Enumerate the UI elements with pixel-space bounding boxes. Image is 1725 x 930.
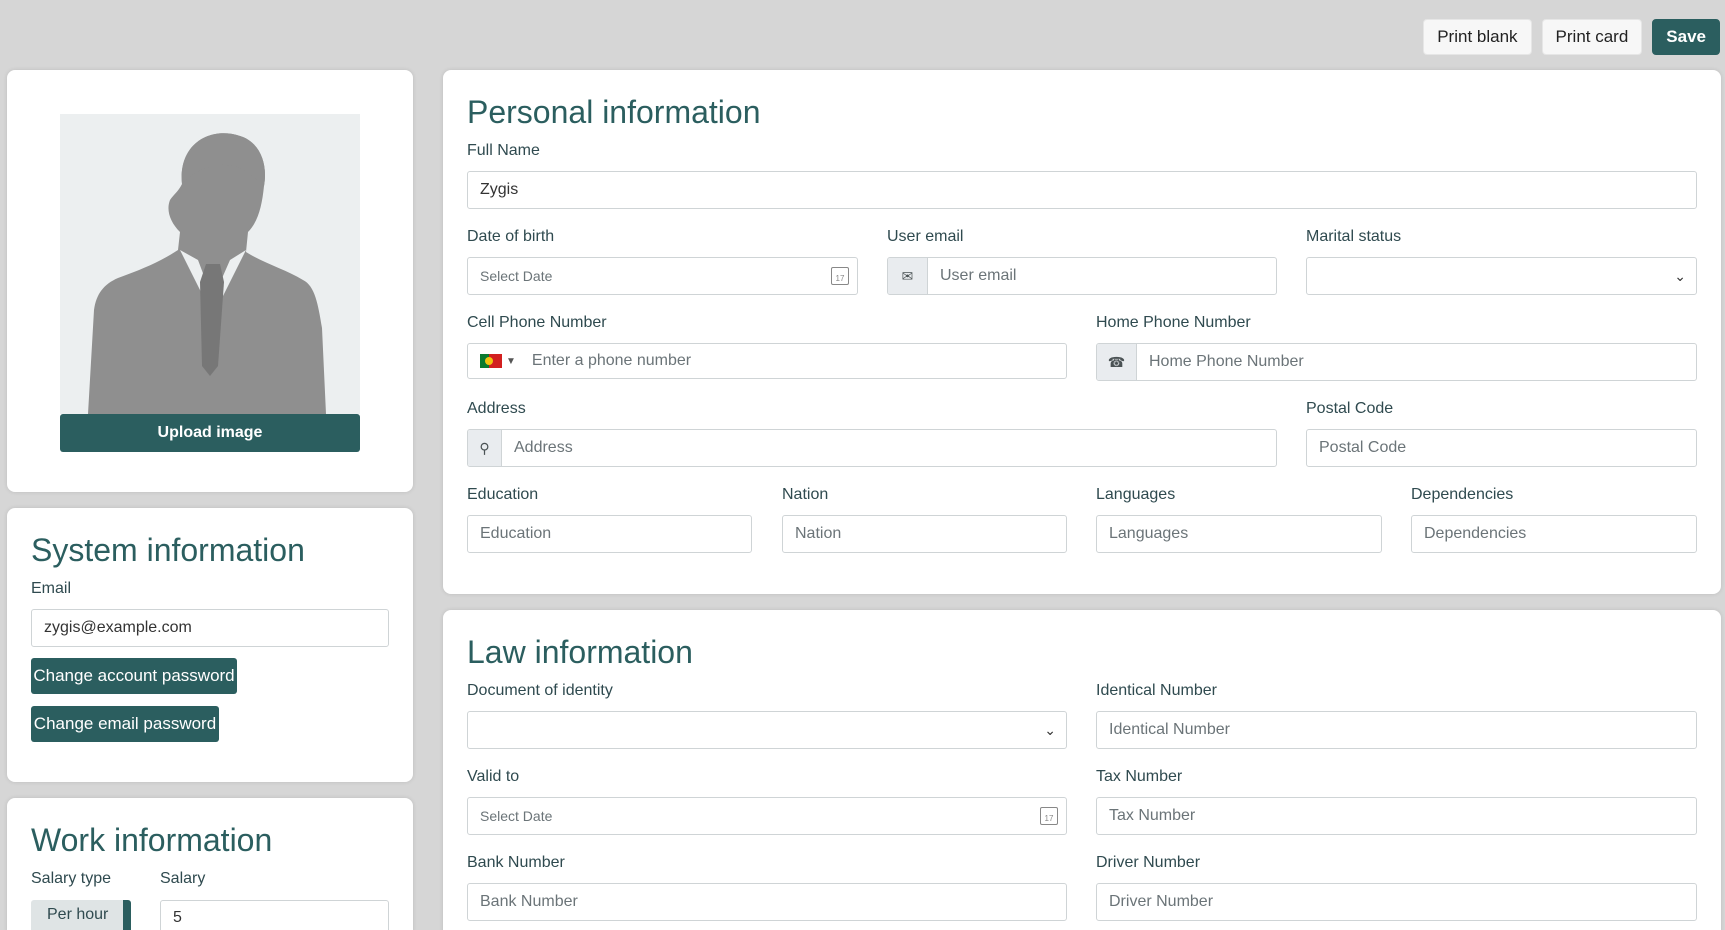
home-phone-label: Home Phone Number xyxy=(1096,314,1251,331)
driver-number-input[interactable] xyxy=(1097,884,1696,920)
salary-type-toggle[interactable]: Per hour xyxy=(31,900,131,930)
address-input[interactable] xyxy=(502,430,1276,466)
law-information-card: Law information Document of identity ⌄ I… xyxy=(443,610,1721,930)
languages-input[interactable] xyxy=(1097,516,1381,552)
email-label: Email xyxy=(31,580,72,597)
envelope-icon: ✉ xyxy=(888,258,928,294)
system-information-card: System information Email Change account … xyxy=(7,508,413,782)
cell-phone-label: Cell Phone Number xyxy=(467,314,607,331)
print-card-button[interactable]: Print card xyxy=(1541,19,1643,55)
email-input[interactable] xyxy=(32,610,388,646)
full-name-input[interactable] xyxy=(468,172,1696,208)
work-information-title: Work information xyxy=(31,822,273,858)
personal-information-card: Personal information Full Name Date of b… xyxy=(443,70,1721,594)
cell-phone-field[interactable]: ▼ xyxy=(467,343,1067,379)
dependencies-field[interactable] xyxy=(1411,515,1697,553)
postal-code-label: Postal Code xyxy=(1306,400,1394,417)
languages-field[interactable] xyxy=(1096,515,1382,553)
change-account-password-button[interactable]: Change account password xyxy=(31,658,237,694)
avatar-silhouette xyxy=(88,133,326,414)
driver-number-field[interactable] xyxy=(1096,883,1697,921)
bank-number-label: Bank Number xyxy=(467,854,565,871)
law-information-title: Law information xyxy=(467,634,693,670)
upload-image-button[interactable]: Upload image xyxy=(60,414,360,452)
photo-card: Upload image xyxy=(7,70,413,492)
tax-number-input[interactable] xyxy=(1097,798,1696,834)
valid-to-label: Valid to xyxy=(467,768,520,785)
marital-status-label: Marital status xyxy=(1306,228,1402,245)
marital-status-select[interactable]: ⌄ xyxy=(1306,257,1697,295)
bank-number-field[interactable] xyxy=(467,883,1067,921)
home-phone-field[interactable]: ☎ xyxy=(1096,343,1697,381)
driver-number-label: Driver Number xyxy=(1096,854,1201,871)
user-email-input[interactable] xyxy=(928,258,1276,294)
document-of-identity-select[interactable]: ⌄ xyxy=(467,711,1067,749)
nation-field[interactable] xyxy=(782,515,1067,553)
email-field[interactable] xyxy=(31,609,389,647)
education-label: Education xyxy=(467,486,539,503)
portugal-flag-icon[interactable] xyxy=(480,354,502,368)
print-blank-button[interactable]: Print blank xyxy=(1423,19,1532,55)
top-toolbar: Print blank Print card Save xyxy=(1423,19,1720,55)
chevron-down-icon: ⌄ xyxy=(1674,267,1686,284)
valid-to-field[interactable]: Select Date 17 xyxy=(467,797,1067,835)
identical-number-input[interactable] xyxy=(1097,712,1696,748)
postal-code-input[interactable] xyxy=(1307,430,1696,466)
avatar xyxy=(60,114,360,414)
salary-field[interactable] xyxy=(160,900,389,930)
cell-phone-input[interactable] xyxy=(519,344,1066,378)
date-of-birth-field[interactable]: Select Date 17 xyxy=(467,257,858,295)
calendar-icon[interactable]: 17 xyxy=(831,267,849,285)
identical-number-label: Identical Number xyxy=(1096,682,1217,699)
salary-label: Salary xyxy=(160,870,206,887)
tax-number-field[interactable] xyxy=(1096,797,1697,835)
salary-type-value: Per hour xyxy=(47,906,109,923)
save-button[interactable]: Save xyxy=(1652,19,1720,55)
document-of-identity-label: Document of identity xyxy=(467,682,613,699)
user-email-field[interactable]: ✉ xyxy=(887,257,1277,295)
change-email-password-button[interactable]: Change email password xyxy=(31,706,219,742)
personal-information-title: Personal information xyxy=(467,94,761,130)
full-name-field[interactable] xyxy=(467,171,1697,209)
postal-code-field[interactable] xyxy=(1306,429,1697,467)
tax-number-label: Tax Number xyxy=(1096,768,1183,785)
dependencies-label: Dependencies xyxy=(1411,486,1514,503)
languages-label: Languages xyxy=(1096,486,1176,503)
chevron-down-icon: ⌄ xyxy=(1044,721,1056,738)
calendar-icon[interactable]: 17 xyxy=(1040,807,1058,825)
system-information-title: System information xyxy=(31,532,305,568)
bank-number-input[interactable] xyxy=(468,884,1066,920)
date-of-birth-placeholder: Select Date xyxy=(480,268,553,284)
map-pin-icon: ⚲ xyxy=(468,430,502,466)
address-label: Address xyxy=(467,400,526,417)
valid-to-placeholder: Select Date xyxy=(480,808,553,824)
dependencies-input[interactable] xyxy=(1412,516,1696,552)
education-field[interactable] xyxy=(467,515,752,553)
address-field[interactable]: ⚲ xyxy=(467,429,1277,467)
nation-input[interactable] xyxy=(783,516,1066,552)
phone-icon: ☎ xyxy=(1097,344,1137,380)
date-of-birth-label: Date of birth xyxy=(467,228,555,245)
nation-label: Nation xyxy=(782,486,829,503)
caret-down-icon[interactable]: ▼ xyxy=(506,356,516,367)
home-phone-input[interactable] xyxy=(1137,344,1696,380)
salary-type-label: Salary type xyxy=(31,870,112,887)
education-input[interactable] xyxy=(468,516,751,552)
identical-number-field[interactable] xyxy=(1096,711,1697,749)
full-name-label: Full Name xyxy=(467,142,540,159)
salary-input[interactable] xyxy=(161,901,388,930)
work-information-card: Work information Salary type Salary Per … xyxy=(7,798,413,930)
user-email-label: User email xyxy=(887,228,964,245)
